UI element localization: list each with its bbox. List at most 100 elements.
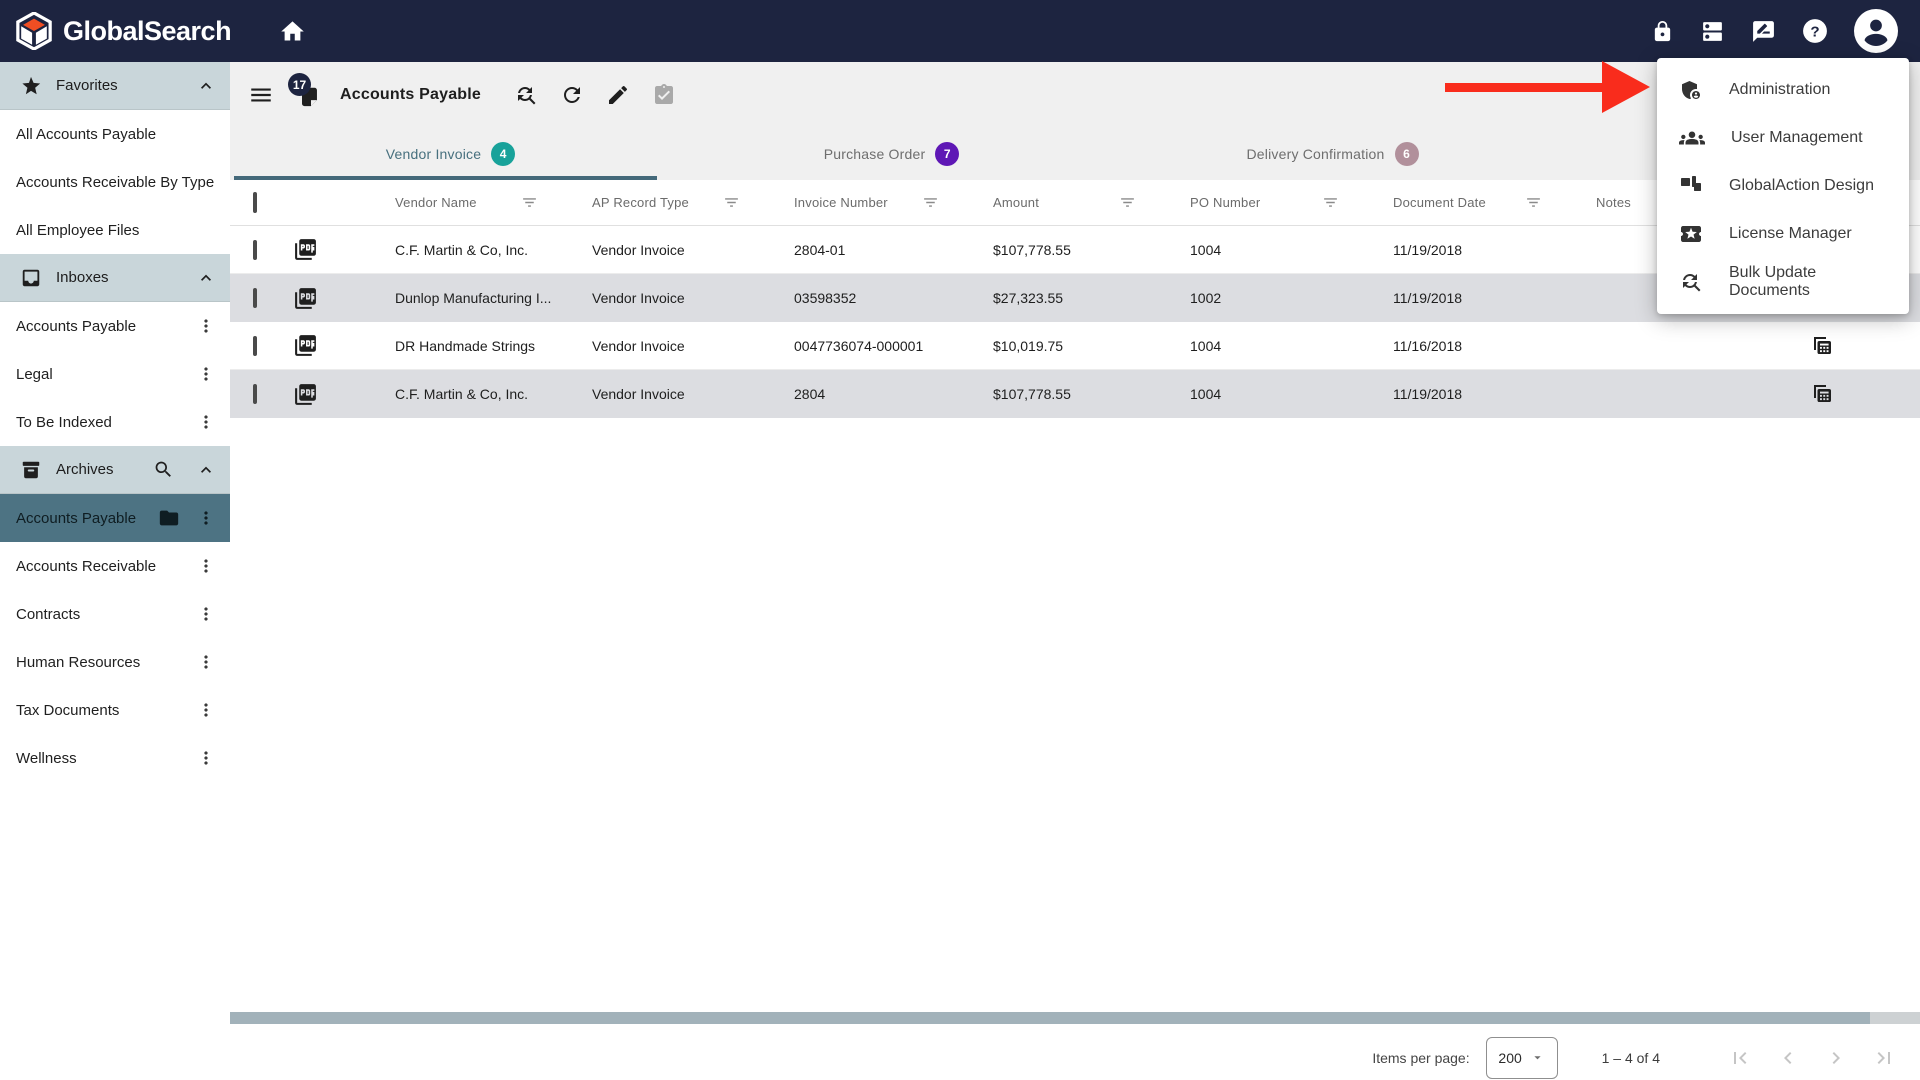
cell-invoice-number: 2804-01 — [754, 242, 953, 258]
folder-icon[interactable] — [158, 507, 180, 529]
brand-name: GlobalSearch — [63, 16, 231, 47]
sidebar-archive-contracts[interactable]: Contracts — [0, 590, 230, 638]
sidebar-section-archives[interactable]: Archives — [0, 446, 230, 494]
avatar[interactable] — [1854, 9, 1898, 53]
prev-page-button[interactable] — [1776, 1046, 1800, 1070]
menu-item-globalaction-design[interactable]: GlobalAction Design — [1657, 162, 1909, 210]
tab-delivery-confirmation[interactable]: Delivery Confirmation 6 — [1112, 128, 1553, 180]
brand-logo: GlobalSearch — [0, 12, 231, 50]
cell-po-number: 1004 — [1150, 338, 1353, 354]
sidebar-inbox-accounts-payable[interactable]: Accounts Payable — [0, 302, 230, 350]
document-copies-icon[interactable] — [1810, 334, 1834, 358]
top-bar: GlobalSearch ? — [0, 0, 1920, 62]
sidebar-archive-accounts-receivable[interactable]: Accounts Receivable — [0, 542, 230, 590]
kebab-menu-icon[interactable] — [196, 316, 216, 336]
filter-icon[interactable] — [521, 194, 538, 211]
column-header-po-number[interactable]: PO Number — [1150, 194, 1353, 211]
filter-icon[interactable] — [922, 194, 939, 211]
pdf-icon[interactable] — [293, 382, 318, 407]
pdf-icon[interactable] — [293, 333, 318, 358]
sidebar-item-all-employee-files[interactable]: All Employee Files — [0, 206, 230, 254]
column-header-vendor-name[interactable]: Vendor Name — [355, 194, 552, 211]
menu-item-bulk-update-documents[interactable]: Bulk Update Documents — [1657, 258, 1909, 306]
cell-po-number: 1002 — [1150, 290, 1353, 306]
cell-ap-record-type: Vendor Invoice — [552, 242, 754, 258]
cell-ap-record-type: Vendor Invoice — [552, 338, 754, 354]
search-icon[interactable] — [153, 459, 174, 480]
row-checkbox[interactable] — [253, 336, 257, 356]
chevron-up-icon[interactable] — [196, 76, 216, 96]
kebab-menu-icon[interactable] — [196, 700, 216, 720]
filter-icon[interactable] — [1525, 194, 1542, 211]
chevron-up-icon[interactable] — [196, 460, 216, 480]
home-button[interactable] — [279, 18, 306, 45]
sidebar-item-label: Accounts Payable — [16, 510, 136, 527]
chevron-up-icon[interactable] — [196, 268, 216, 288]
kebab-menu-icon[interactable] — [196, 364, 216, 384]
pdf-icon[interactable] — [293, 237, 318, 262]
row-checkbox[interactable] — [253, 240, 257, 260]
last-page-button[interactable] — [1872, 1046, 1896, 1070]
column-header-ap-record-type[interactable]: AP Record Type — [552, 194, 754, 211]
dns-icon[interactable] — [1700, 19, 1725, 44]
document-badge-icon: 17 — [288, 75, 330, 115]
column-header-document-date[interactable]: Document Date — [1353, 194, 1556, 211]
find-replace-button[interactable] — [503, 83, 549, 107]
filter-icon[interactable] — [1119, 194, 1136, 211]
sidebar-archive-wellness[interactable]: Wellness — [0, 734, 230, 782]
pdf-icon[interactable] — [293, 286, 318, 311]
sidebar-inbox-legal[interactable]: Legal — [0, 350, 230, 398]
sidebar-section-inboxes[interactable]: Inboxes — [0, 254, 230, 302]
tab-vendor-invoice[interactable]: Vendor Invoice 4 — [230, 128, 671, 180]
horizontal-scrollbar[interactable] — [230, 1012, 1920, 1024]
scrollbar-thumb[interactable] — [230, 1012, 1870, 1024]
select-all-checkbox[interactable] — [253, 192, 257, 213]
kebab-menu-icon[interactable] — [196, 652, 216, 672]
sidebar-archive-accounts-payable[interactable]: Accounts Payable — [0, 494, 230, 542]
row-checkbox[interactable] — [253, 384, 257, 404]
menu-item-label: Administration — [1729, 81, 1830, 99]
sidebar-inbox-to-be-indexed[interactable]: To Be Indexed — [0, 398, 230, 446]
kebab-menu-icon[interactable] — [196, 556, 216, 576]
next-page-button[interactable] — [1824, 1046, 1848, 1070]
hamburger-menu-button[interactable] — [248, 82, 274, 108]
first-page-button[interactable] — [1728, 1046, 1752, 1070]
cell-amount: $107,778.55 — [953, 386, 1150, 402]
kebab-menu-icon[interactable] — [196, 604, 216, 624]
sidebar-section-favorites[interactable]: Favorites — [0, 62, 230, 110]
sidebar-archive-tax-documents[interactable]: Tax Documents — [0, 686, 230, 734]
column-header-invoice-number[interactable]: Invoice Number — [754, 194, 953, 211]
filter-icon[interactable] — [723, 194, 740, 211]
filter-icon[interactable] — [1322, 194, 1339, 211]
kebab-menu-icon[interactable] — [196, 508, 216, 528]
sidebar-archive-human-resources[interactable]: Human Resources — [0, 638, 230, 686]
sidebar-item-all-accounts-payable[interactable]: All Accounts Payable — [0, 110, 230, 158]
refresh-button[interactable] — [549, 83, 595, 107]
menu-item-administration[interactable]: Administration — [1657, 66, 1909, 114]
row-checkbox[interactable] — [253, 288, 257, 308]
feedback-icon[interactable] — [1751, 19, 1776, 44]
cell-po-number: 1004 — [1150, 386, 1353, 402]
lock-icon[interactable] — [1651, 20, 1674, 43]
tab-purchase-order[interactable]: Purchase Order 7 — [671, 128, 1112, 180]
edit-button[interactable] — [595, 83, 641, 107]
menu-item-license-manager[interactable]: License Manager — [1657, 210, 1909, 258]
admin-dropdown-menu: Administration User Management GlobalAct… — [1657, 58, 1909, 314]
page-size-select[interactable]: 200 — [1486, 1037, 1558, 1079]
items-per-page-label: Items per page: — [1372, 1050, 1469, 1066]
menu-item-user-management[interactable]: User Management — [1657, 114, 1909, 162]
column-header-amount[interactable]: Amount — [953, 194, 1150, 211]
cell-document-date: 11/19/2018 — [1353, 386, 1556, 402]
page-range-label: 1 – 4 of 4 — [1602, 1050, 1660, 1066]
table-row[interactable]: DR Handmade Strings Vendor Invoice 00477… — [230, 322, 1920, 370]
schema-icon — [1679, 174, 1703, 198]
kebab-menu-icon[interactable] — [196, 412, 216, 432]
document-copies-icon[interactable] — [1810, 382, 1834, 406]
task-complete-button[interactable] — [641, 83, 687, 107]
help-icon[interactable]: ? — [1802, 18, 1828, 44]
table-row[interactable]: C.F. Martin & Co, Inc. Vendor Invoice 28… — [230, 370, 1920, 418]
sidebar-item-accounts-receivable-by-type[interactable]: Accounts Receivable By Type — [0, 158, 230, 206]
menu-item-label: Bulk Update Documents — [1729, 264, 1893, 300]
sidebar-item-label: Human Resources — [16, 654, 140, 671]
kebab-menu-icon[interactable] — [196, 748, 216, 768]
